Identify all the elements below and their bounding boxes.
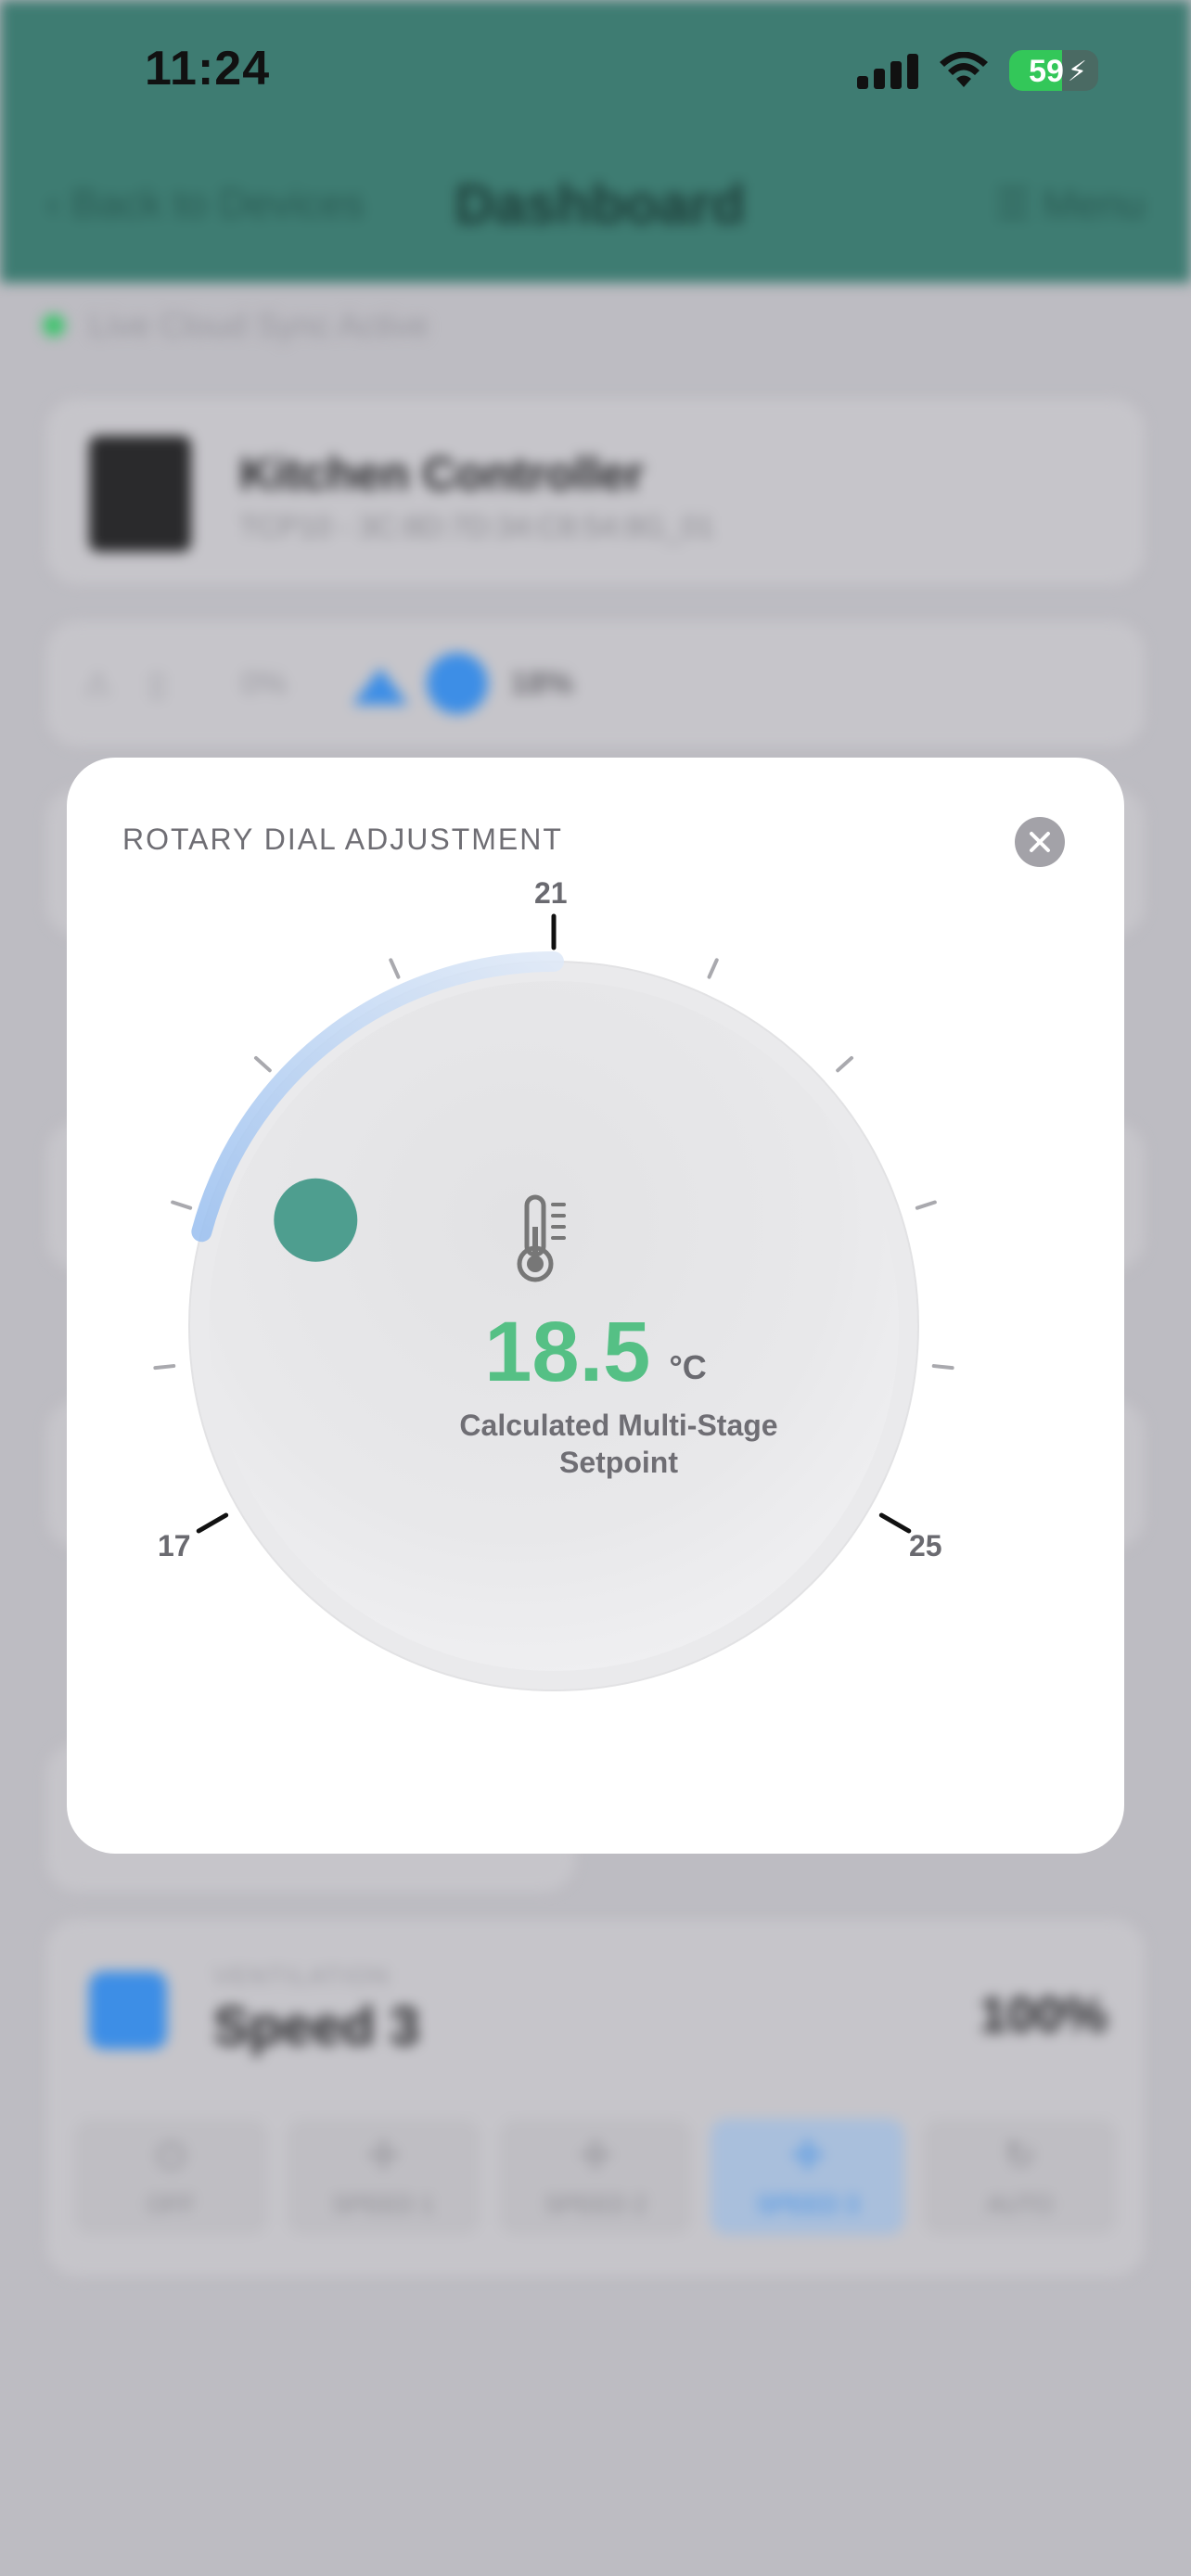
status-value-b: 18% [510,666,574,701]
speed-button-1[interactable]: ✢ SPEED 1 [286,2119,480,2235]
humidity-icon [427,653,488,714]
sync-dot-icon [43,314,65,337]
speed-button-label: SPEED 3 [756,2190,859,2218]
back-label: Back to Devices [70,181,365,226]
rotary-dial-modal: ROTARY DIAL ADJUSTMENT 18.5 °C Calculate… [67,758,1124,1854]
status-card: ⚠ ▯ 0% 18% [46,621,1145,746]
rotary-dial[interactable] [67,758,1124,1854]
back-button[interactable]: ‹ Back to Devices [46,181,364,227]
device-image [89,436,191,552]
device-card[interactable]: Kitchen Controller TCP10 - 3C:8D:7D:34:C… [46,399,1145,584]
menu-button[interactable]: ☰ Menu [994,181,1145,228]
status-value-a: 0% [241,666,288,701]
power-icon: ⏻ [156,2135,186,2176]
menu-label: Menu [1042,182,1145,227]
minor-tick [707,958,719,979]
fan-icon: ✢ [792,2136,824,2176]
sync-status: Live Cloud Sync Active [43,306,429,345]
fan-icon: ✢ [580,2136,611,2176]
dial-face [209,981,899,1671]
major-tick [196,1512,229,1534]
ventilation-percent: 100% [979,1987,1108,2043]
speed-button-auto[interactable]: ↻ AUTO [923,2119,1117,2235]
speed-button-label: AUTO [986,2190,1054,2218]
speed-button-2[interactable]: ✢ SPEED 2 [498,2119,693,2235]
status-bar: 11:24 59 ⚡ [0,0,1191,139]
minor-tick [171,1200,193,1210]
minor-tick [931,1364,954,1371]
sync-status-text: Live Cloud Sync Active [89,306,429,344]
battery-icon: 59 ⚡ [1009,50,1098,91]
minor-tick [389,958,401,979]
ventilation-label: VENTILATION [213,1962,391,1990]
dial-knob[interactable] [274,1178,358,1262]
minor-tick [836,1055,854,1073]
ventilation-card: VENTILATION Speed 3 100% ⏻ OFF ✢ SPEED 1 ✢… [46,1919,1145,2276]
door-icon: ▯ [148,667,166,702]
minor-tick [253,1055,272,1073]
wifi-icon [940,52,988,87]
device-name: Kitchen Controller [239,448,645,500]
speed-button-label: OFF [147,2189,196,2218]
ventilation-speed: Speed 3 [213,1996,420,2057]
device-id: TCP10 - 3C:8D:7D:34:C8:54:8G_01 [239,510,715,543]
minor-tick [153,1364,176,1371]
status-time: 11:24 [145,42,271,96]
major-tick [878,1512,912,1534]
fan-icon [89,1971,167,2049]
status-icons: 59 ⚡ [857,50,1098,91]
refresh-icon: ↻ [1004,2136,1036,2176]
page-title: Dashboard [455,173,746,236]
heating-icon [352,668,408,705]
charging-bolt-icon: ⚡ [1067,57,1087,87]
speed-button-label: SPEED 1 [332,2190,435,2218]
minor-tick [915,1200,937,1210]
speed-button-3[interactable]: ✢ SPEED 3 [711,2119,905,2235]
speed-button-off[interactable]: ⏻ OFF [74,2119,268,2235]
warning-icon: ⚠ [83,667,112,702]
speed-button-label: SPEED 2 [544,2190,647,2218]
cellular-signal-icon [857,52,918,89]
speed-button-row: ⏻ OFF ✢ SPEED 1 ✢ SPEED 2 ✢ SPEED 3 ↻ AUTO [74,2119,1117,2235]
fan-icon: ✢ [367,2136,399,2176]
